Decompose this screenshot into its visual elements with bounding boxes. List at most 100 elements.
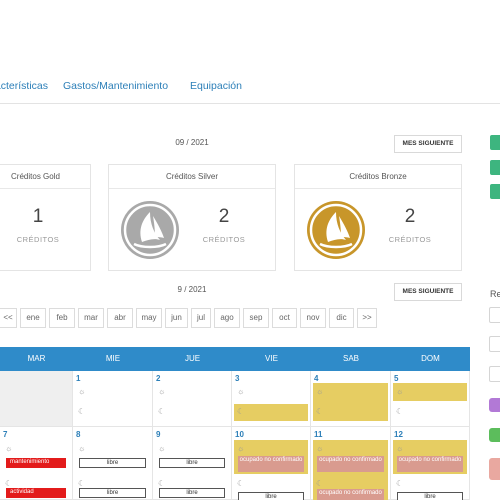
moon-icon[interactable]: ☾	[78, 407, 85, 417]
credits-silver-count: 2	[218, 206, 230, 227]
calendar-day-11[interactable]: 11 ☼ ocupado no confirmado ☾ ocupado no …	[311, 427, 391, 500]
moon-icon[interactable]: ☾	[316, 479, 323, 489]
moon-icon[interactable]: ☾	[396, 407, 403, 417]
day-number: 4	[314, 374, 319, 383]
credits-silver-card: Créditos Silver	[108, 164, 276, 271]
side-panel-heading: Re	[490, 289, 500, 299]
sun-icon[interactable]: ☼	[158, 387, 165, 397]
free-badge-day[interactable]: libre	[159, 458, 225, 468]
month-navigation: << ene feb mar abr may jun jul ago sep o…	[0, 308, 380, 328]
sun-icon[interactable]: ☼	[78, 444, 85, 454]
calendar-month-label: 9 / 2021	[177, 285, 207, 294]
moon-icon[interactable]: ☾	[237, 407, 244, 417]
calendar-day-4[interactable]: 4 ☼ ☾	[311, 371, 391, 427]
month-nav-feb[interactable]: feb	[49, 308, 75, 328]
activity-badge[interactable]: actividad	[6, 488, 66, 498]
tab-bar: Características Gastos/Mantenimiento Equ…	[0, 70, 500, 104]
calendar-day-3[interactable]: 3 ☼ ☾	[232, 371, 311, 427]
calendar-day-5[interactable]: 5 ☼ ☾	[391, 371, 470, 427]
sun-icon[interactable]: ☼	[237, 444, 244, 454]
next-month-button[interactable]: MES SIGUIENTE	[394, 135, 462, 153]
sun-icon[interactable]: ☼	[316, 387, 323, 397]
calendar-day-9[interactable]: 9 ☼ libre ☾ libre	[153, 427, 232, 500]
side-green-button-2[interactable]	[490, 160, 500, 175]
silver-boat-icon	[120, 200, 180, 260]
dayname-sab: SAB	[342, 354, 359, 363]
day-number: 1	[76, 374, 81, 383]
day-occupied-bar	[313, 383, 388, 421]
credits-gold-count: 1	[32, 206, 44, 227]
free-badge-night[interactable]: libre	[238, 492, 304, 500]
month-nav-mar[interactable]: mar	[78, 308, 104, 328]
calendar-day-7[interactable]: 7 ☼ mantenimiento ☾ actividad	[0, 427, 73, 500]
unconfirmed-badge-night[interactable]: ocupado no confirmado	[317, 489, 384, 500]
tab-equipacion[interactable]: Equipación	[190, 80, 242, 92]
dayname-dom: DOM	[421, 354, 440, 363]
month-nav-ago[interactable]: ago	[214, 308, 240, 328]
month-nav-may[interactable]: may	[136, 308, 162, 328]
month-nav-prev-year[interactable]: <<	[0, 308, 17, 328]
side-option-3[interactable]	[489, 366, 500, 382]
credits-month-label: 09 / 2021	[175, 138, 209, 147]
credits-silver-title: Créditos Silver	[109, 165, 275, 189]
calendar-next-month-button[interactable]: MES SIGUIENTE	[394, 283, 462, 301]
unconfirmed-badge[interactable]: ocupado no confirmado	[317, 456, 384, 472]
day-occupied-bar	[393, 383, 467, 401]
side-green-button-1[interactable]	[490, 135, 500, 150]
free-badge-day[interactable]: libre	[79, 458, 146, 468]
tab-caracteristicas[interactable]: Características	[0, 80, 48, 92]
maintenance-badge[interactable]: mantenimiento	[6, 458, 66, 468]
day-number: 8	[76, 430, 81, 439]
month-nav-ene[interactable]: ene	[20, 308, 46, 328]
sun-icon[interactable]: ☼	[158, 444, 165, 454]
gold-boat-icon	[306, 200, 366, 260]
free-badge-night[interactable]: libre	[159, 488, 225, 498]
calendar-day-12[interactable]: 12 ☼ ocupado no confirmado ☾ libre	[391, 427, 470, 500]
month-nav-dic[interactable]: dic	[329, 308, 354, 328]
side-green-button-3[interactable]	[490, 184, 500, 199]
month-nav-jun[interactable]: jun	[165, 308, 188, 328]
unconfirmed-badge[interactable]: ocupado no confirmado	[397, 456, 463, 472]
month-nav-jul[interactable]: jul	[191, 308, 211, 328]
credits-gold-label: CRÉDITOS	[16, 235, 60, 244]
credits-bronze-card: Créditos Bronze	[294, 164, 462, 271]
credits-gold-title: Créditos Gold	[0, 165, 90, 189]
sun-icon[interactable]: ☼	[237, 387, 244, 397]
calendar-header: MAR MIE JUE VIE SAB DOM	[0, 347, 470, 371]
calendar-cell-empty	[0, 371, 73, 427]
calendar-day-8[interactable]: 8 ☼ libre ☾ libre	[73, 427, 153, 500]
side-legend-salmon	[489, 458, 500, 480]
credits-bronze-title: Créditos Bronze	[295, 165, 461, 189]
month-nav-next-year[interactable]: >>	[357, 308, 377, 328]
sun-icon[interactable]: ☼	[316, 444, 323, 454]
calendar-day-10[interactable]: 10 ☼ ocupado no confirmado ☾ libre	[232, 427, 311, 500]
day-number: 7	[3, 430, 8, 439]
side-legend-purple	[489, 398, 500, 412]
moon-icon[interactable]: ☾	[396, 479, 403, 489]
dayname-mie: MIE	[105, 354, 121, 363]
month-nav-sep[interactable]: sep	[243, 308, 269, 328]
month-nav-abr[interactable]: abr	[107, 308, 133, 328]
credits-bronze-count: 2	[404, 206, 416, 227]
dayname-vie: VIE	[265, 354, 278, 363]
sun-icon[interactable]: ☼	[396, 387, 403, 397]
calendar-day-1[interactable]: 1 ☼ ☾	[73, 371, 153, 427]
side-option-1[interactable]	[489, 307, 500, 323]
side-option-2[interactable]	[489, 336, 500, 352]
free-badge-night[interactable]: libre	[397, 492, 463, 500]
free-badge-night[interactable]: libre	[79, 488, 146, 498]
month-nav-nov[interactable]: nov	[300, 308, 326, 328]
unconfirmed-badge[interactable]: ocupado no confirmado	[238, 456, 304, 472]
side-legend-green	[489, 428, 500, 442]
credits-bronze-label: CRÉDITOS	[388, 235, 432, 244]
tab-gastos-mantenimiento[interactable]: Gastos/Mantenimiento	[63, 80, 168, 92]
calendar-day-2[interactable]: 2 ☼ ☾	[153, 371, 232, 427]
night-occupied-bar	[234, 404, 308, 421]
sun-icon[interactable]: ☼	[78, 387, 85, 397]
moon-icon[interactable]: ☾	[237, 479, 244, 489]
month-nav-oct[interactable]: oct	[272, 308, 297, 328]
moon-icon[interactable]: ☾	[316, 407, 323, 417]
sun-icon[interactable]: ☼	[396, 444, 403, 454]
moon-icon[interactable]: ☾	[158, 407, 165, 417]
sun-icon[interactable]: ☼	[5, 444, 12, 454]
